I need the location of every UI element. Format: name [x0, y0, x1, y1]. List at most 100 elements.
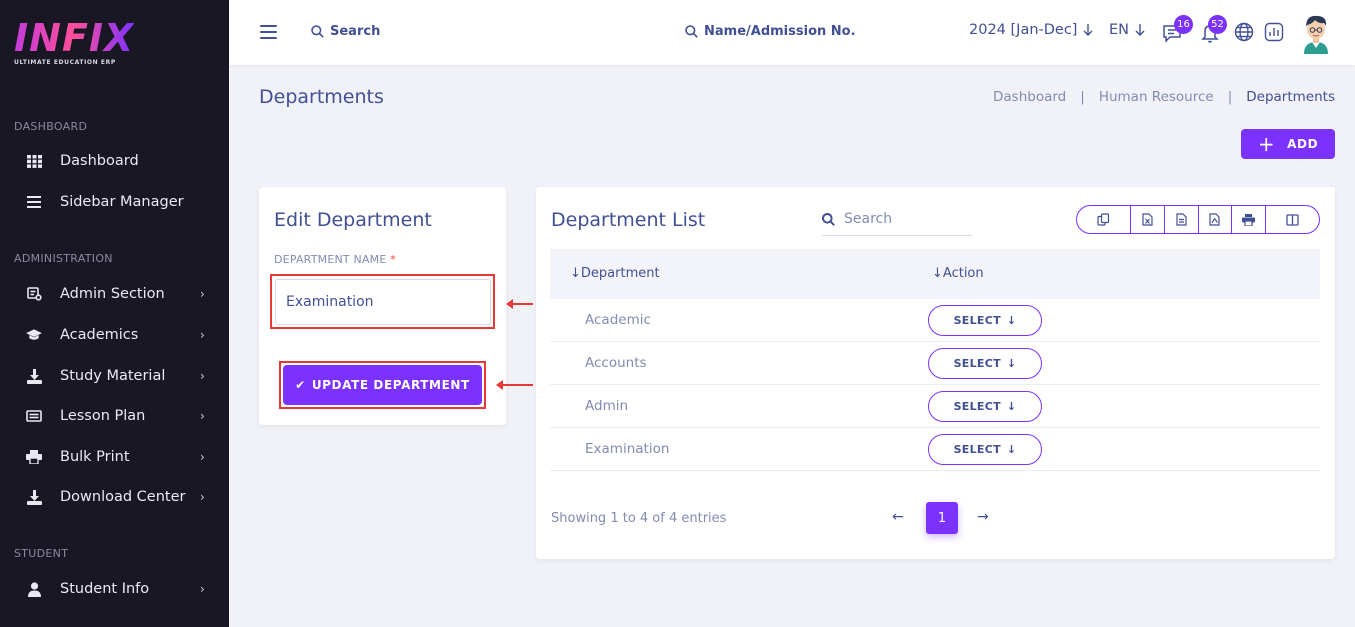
chevron-right-icon: › [200, 328, 205, 342]
admin-icon [26, 286, 42, 302]
department-table: ↓Department ↓Action Academic SELECT ↓ Acc… [550, 249, 1320, 471]
sidebar-item-label: Dashboard [60, 153, 139, 169]
chevron-right-icon: › [200, 409, 205, 423]
department-name-label-text: DEPARTMENT NAME [274, 253, 387, 266]
plus-icon: + [1257, 132, 1276, 156]
sidebar-item-label: Study Material [60, 368, 166, 384]
select-action-button[interactable]: SELECT ↓ [928, 348, 1042, 379]
chevron-right-icon: › [200, 582, 205, 596]
student-search[interactable]: Name/Admission No. [685, 24, 856, 39]
sidebar-item-student-info[interactable]: Student Info › [0, 574, 229, 604]
arrow-down-icon [1135, 24, 1145, 36]
column-header-label: Department [580, 266, 660, 281]
page-number-button[interactable]: 1 [926, 502, 958, 534]
download-icon [26, 368, 42, 384]
messages-count-badge: 16 [1174, 15, 1193, 34]
website-button[interactable] [1234, 22, 1256, 44]
brand-logo[interactable]: INFIX ULTIMATE EDUCATION ERP [14, 18, 134, 66]
select-label: SELECT [953, 314, 1001, 327]
menu-toggle-icon[interactable] [260, 25, 277, 39]
select-action-button[interactable]: SELECT ↓ [928, 391, 1042, 422]
arrow-down-icon: ↓ [1006, 357, 1017, 370]
pdf-button[interactable] [1199, 206, 1233, 233]
table-row: Admin SELECT ↓ [550, 385, 1320, 428]
copy-button[interactable] [1077, 206, 1131, 233]
sidebar-item-download-center[interactable]: Download Center › [0, 482, 229, 512]
search-icon [822, 212, 835, 226]
arrow-down-icon: ↓ [1006, 314, 1017, 327]
academic-year-select[interactable]: 2024 [Jan-Dec] [969, 22, 1093, 38]
sidebar-item-bulk-print[interactable]: Bulk Print › [0, 442, 229, 472]
department-list-title: Department List [551, 209, 706, 231]
select-label: SELECT [953, 357, 1001, 370]
excel-button[interactable] [1131, 206, 1165, 233]
chevron-right-icon: › [200, 450, 205, 464]
printer-icon [1242, 213, 1256, 226]
column-header-department[interactable]: ↓Department [570, 266, 660, 281]
file-text-icon [1175, 213, 1187, 226]
department-name-label: DEPARTMENT NAME * [274, 253, 396, 266]
globe-icon [1234, 22, 1254, 42]
csv-button[interactable] [1165, 206, 1199, 233]
table-row: Examination SELECT ↓ [550, 428, 1320, 471]
academic-year-value: 2024 [Jan-Dec] [969, 22, 1078, 38]
sidebar-item-lesson-plan[interactable]: Lesson Plan › [0, 401, 229, 431]
department-name-cell: Admin [585, 398, 629, 414]
add-button-label: ADD [1287, 137, 1319, 151]
list-search [822, 203, 972, 236]
bars-icon [26, 194, 42, 210]
select-action-button[interactable]: SELECT ↓ [928, 305, 1042, 336]
column-header-action[interactable]: ↓Action [932, 266, 984, 281]
next-page-button[interactable]: → [977, 509, 989, 525]
column-visibility-button[interactable] [1266, 206, 1319, 233]
sidebar-item-label: Student Info [60, 581, 150, 597]
sidebar-item-study-material[interactable]: Study Material › [0, 361, 229, 391]
select-label: SELECT [953, 443, 1001, 456]
search-icon [311, 25, 324, 38]
select-label: SELECT [953, 400, 1001, 413]
printer-icon [26, 449, 42, 465]
graduation-cap-icon [26, 327, 42, 343]
list-search-input[interactable] [844, 211, 964, 227]
language-select[interactable]: EN [1109, 22, 1145, 38]
sidebar-item-label: Lesson Plan [60, 408, 146, 424]
user-avatar[interactable] [1301, 12, 1331, 54]
sidebar-item-dashboard[interactable]: Dashboard [0, 146, 229, 176]
notifications-button[interactable]: 52 [1200, 15, 1227, 44]
previous-page-button[interactable]: ← [892, 509, 904, 525]
sidebar-item-academics[interactable]: Academics › [0, 320, 229, 350]
user-icon [26, 581, 42, 597]
sidebar-item-admin-section[interactable]: Admin Section › [0, 279, 229, 309]
global-search[interactable]: Search [311, 24, 380, 39]
grid-icon [26, 153, 42, 169]
annotation-arrow-button [496, 380, 533, 390]
select-action-button[interactable]: SELECT ↓ [928, 434, 1042, 465]
breadcrumb: Dashboard | Human Resource | Departments [993, 89, 1335, 105]
messages-button[interactable]: 16 [1162, 15, 1193, 44]
department-name-cell: Examination [585, 441, 670, 457]
copy-icon [1097, 213, 1109, 226]
page-title: Departments [259, 86, 384, 108]
breadcrumb-item-human-resource[interactable]: Human Resource [1099, 89, 1214, 105]
add-department-button[interactable]: + ADD [1241, 129, 1335, 159]
notifications-count-badge: 52 [1208, 15, 1227, 34]
columns-icon [1286, 213, 1299, 226]
top-header: Search Name/Admission No. 2024 [Jan-Dec]… [229, 0, 1355, 65]
arrow-down-icon: ↓ [1006, 443, 1017, 456]
list-icon [26, 408, 42, 424]
required-mark: * [390, 253, 396, 266]
sidebar-item-sidebar-manager[interactable]: Sidebar Manager [0, 187, 229, 217]
sidebar-item-label: Download Center [60, 489, 186, 505]
update-department-button[interactable]: ✔ UPDATE DEPARTMENT [283, 365, 482, 405]
reports-button[interactable] [1264, 22, 1286, 44]
arrow-down-icon [1083, 24, 1093, 36]
annotation-arrow-input [506, 299, 533, 309]
breadcrumb-item-departments: Departments [1246, 89, 1335, 105]
department-list-card: Department List ↓Department ↓Action Aca [536, 187, 1335, 559]
column-header-label: Action [942, 266, 984, 281]
department-name-input[interactable] [275, 279, 491, 325]
print-button[interactable] [1232, 206, 1267, 233]
breadcrumb-separator: | [1227, 89, 1233, 105]
breadcrumb-item-dashboard[interactable]: Dashboard [993, 89, 1066, 105]
section-title-dashboard: DASHBOARD [14, 120, 88, 133]
